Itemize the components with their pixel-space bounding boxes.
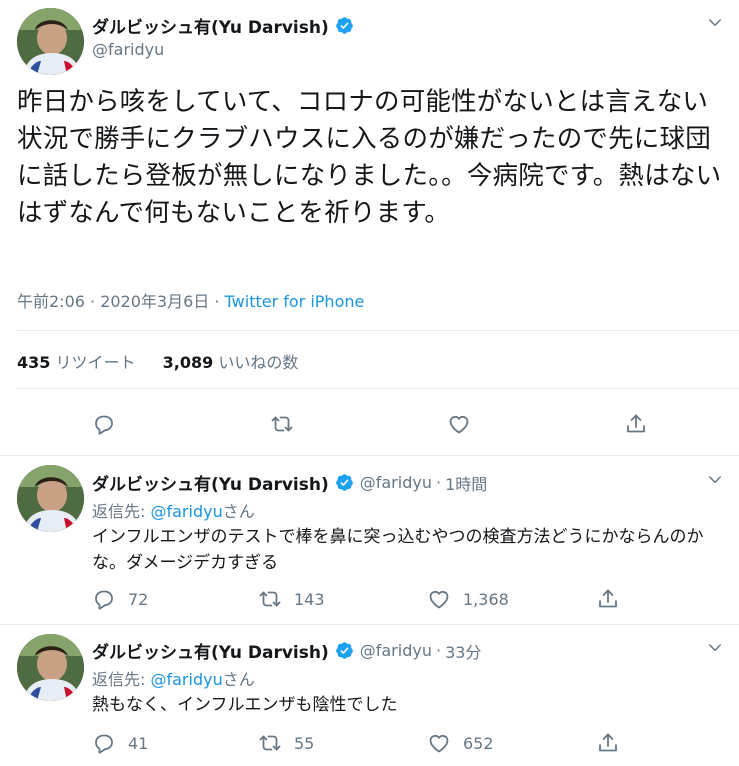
handle[interactable]: @faridyu bbox=[92, 40, 164, 59]
separator: · bbox=[435, 473, 442, 492]
share-button[interactable] bbox=[596, 587, 620, 611]
tweet-text: 昨日から咳をしていて、コロナの可能性がないとは言えない状況で勝手にクラブハウスに… bbox=[17, 87, 722, 228]
retweet-icon bbox=[270, 412, 294, 436]
like-icon bbox=[447, 412, 471, 436]
reply-to-prefix: 返信先: bbox=[92, 670, 151, 689]
time[interactable]: 33分 bbox=[445, 639, 481, 663]
reply-to-mention[interactable]: @faridyu bbox=[150, 670, 222, 689]
time[interactable]: 1時間 bbox=[445, 471, 487, 495]
retweet-button[interactable] bbox=[270, 412, 294, 436]
display-name[interactable]: ダルビッシュ有(Yu Darvish) bbox=[92, 13, 329, 38]
display-name[interactable]: ダルビッシュ有(Yu Darvish) bbox=[92, 638, 329, 663]
retweet-button[interactable]: 143 bbox=[258, 587, 325, 611]
reply-to: 返信先: @faridyuさん bbox=[92, 498, 255, 522]
reply-icon bbox=[92, 587, 116, 611]
retweet-label[interactable]: リツイート bbox=[56, 353, 136, 372]
like-button[interactable]: 1,368 bbox=[427, 587, 509, 611]
avatar[interactable] bbox=[17, 634, 84, 701]
source-link[interactable]: Twitter for iPhone bbox=[225, 292, 365, 311]
reply-author[interactable]: ダルビッシュ有(Yu Darvish) @faridyu · 1時間 bbox=[92, 470, 487, 495]
divider bbox=[0, 455, 739, 456]
reply-to: 返信先: @faridyuさん bbox=[92, 666, 255, 690]
retweet-count: 143 bbox=[294, 589, 325, 609]
reply-count: 41 bbox=[128, 733, 149, 753]
share-button[interactable] bbox=[624, 412, 648, 436]
divider bbox=[0, 624, 739, 625]
verified-icon bbox=[335, 16, 354, 35]
like-icon bbox=[427, 587, 451, 611]
chevron-down-icon[interactable] bbox=[706, 471, 724, 489]
like-count: 1,368 bbox=[463, 589, 509, 609]
reply-button[interactable]: 41 bbox=[92, 731, 148, 755]
divider bbox=[17, 330, 739, 331]
reply-icon bbox=[92, 731, 116, 755]
like-count[interactable]: 3,089 bbox=[163, 353, 214, 372]
like-count: 652 bbox=[463, 733, 494, 753]
like-button[interactable] bbox=[447, 412, 471, 436]
reply-to-suffix: さん bbox=[222, 670, 255, 689]
retweet-icon bbox=[258, 731, 282, 755]
share-icon bbox=[624, 412, 648, 436]
tweet-meta: 午前2:06 · 2020年3月6日 · Twitter for iPhone bbox=[17, 288, 364, 312]
handle[interactable]: @faridyu bbox=[360, 641, 432, 660]
main-tweet-author[interactable]: ダルビッシュ有(Yu Darvish) bbox=[92, 13, 354, 38]
handle[interactable]: @faridyu bbox=[360, 473, 432, 492]
separator: · bbox=[435, 641, 442, 660]
display-name[interactable]: ダルビッシュ有(Yu Darvish) bbox=[92, 470, 329, 495]
retweet-icon bbox=[258, 587, 282, 611]
reply-author[interactable]: ダルビッシュ有(Yu Darvish) @faridyu · 33分 bbox=[92, 638, 481, 663]
reply-button[interactable]: 72 bbox=[92, 587, 148, 611]
retweet-count[interactable]: 435 bbox=[17, 353, 50, 372]
reply-to-mention[interactable]: @faridyu bbox=[150, 502, 222, 521]
verified-icon bbox=[335, 473, 354, 492]
avatar[interactable] bbox=[17, 8, 84, 75]
chevron-down-icon[interactable] bbox=[706, 639, 724, 657]
like-icon bbox=[427, 731, 451, 755]
reply-icon bbox=[92, 412, 116, 436]
like-label[interactable]: いいねの数 bbox=[218, 353, 298, 372]
share-button[interactable] bbox=[596, 731, 620, 755]
chevron-down-icon[interactable] bbox=[706, 14, 724, 32]
divider bbox=[17, 388, 739, 389]
share-icon bbox=[596, 731, 620, 755]
reply-text: 熱もなく、インフルエンザも陰性でした bbox=[92, 695, 398, 715]
retweet-count: 55 bbox=[294, 733, 315, 753]
reply-to-prefix: 返信先: bbox=[92, 502, 151, 521]
share-icon bbox=[596, 587, 620, 611]
like-button[interactable]: 652 bbox=[427, 731, 494, 755]
reply-text: インフルエンザのテストで棒を鼻に突っ込むやつの検査方法どうにかならんのかな。ダメ… bbox=[92, 527, 704, 573]
timestamp[interactable]: 午前2:06 · 2020年3月6日 · bbox=[17, 292, 225, 311]
reply-count: 72 bbox=[128, 589, 149, 609]
verified-icon bbox=[335, 641, 354, 660]
tweet-stats: 435 リツイート 3,089 いいねの数 bbox=[17, 349, 320, 373]
reply-to-suffix: さん bbox=[222, 502, 255, 521]
avatar[interactable] bbox=[17, 465, 84, 532]
retweet-button[interactable]: 55 bbox=[258, 731, 314, 755]
reply-button[interactable] bbox=[92, 412, 116, 436]
